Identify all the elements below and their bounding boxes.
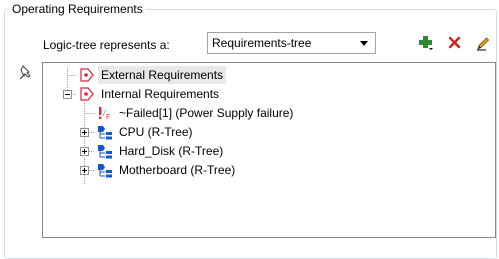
failure-icon: / F — [99, 107, 110, 121]
pencil-icon — [477, 37, 490, 51]
requirements-tree[interactable]: External Requirements Internal Requireme… — [42, 62, 496, 238]
close-icon — [448, 36, 461, 49]
collapse-toggle[interactable] — [63, 90, 72, 99]
tree-node-label: Internal Requirements — [101, 87, 220, 101]
logic-tree-label: Logic-tree represents a: — [43, 38, 170, 52]
chevron-down-icon[interactable] — [360, 41, 368, 46]
edit-requirement-button[interactable] — [475, 35, 491, 51]
group-title: Operating Requirements — [9, 2, 146, 16]
r-tree-icon — [98, 145, 112, 159]
tree-node-label: External Requirements — [98, 66, 227, 84]
expand-toggle[interactable] — [80, 166, 89, 175]
tree-node-label: Motherboard (R-Tree) — [119, 163, 236, 177]
logic-tree-type-value: Requirements-tree — [212, 36, 312, 50]
tree-node-label: CPU (R-Tree) — [119, 125, 193, 139]
r-tree-icon — [98, 164, 112, 178]
tree-node-label: Hard_Disk (R-Tree) — [119, 144, 224, 158]
pushpin-icon — [19, 65, 31, 80]
add-requirement-button[interactable] — [418, 35, 434, 51]
expand-toggle[interactable] — [80, 147, 89, 156]
requirement-icon — [80, 68, 94, 82]
pin-button[interactable] — [16, 63, 36, 83]
requirement-icon — [80, 87, 94, 101]
delete-requirement-button[interactable] — [447, 35, 463, 51]
svg-text:F: F — [106, 114, 110, 121]
r-tree-icon — [98, 126, 112, 140]
logic-tree-type-select[interactable]: Requirements-tree — [207, 32, 376, 54]
tree-node-label: ~Failed[1] (Power Supply failure) — [119, 106, 294, 120]
expand-toggle[interactable] — [80, 128, 89, 137]
plus-icon — [419, 36, 433, 50]
